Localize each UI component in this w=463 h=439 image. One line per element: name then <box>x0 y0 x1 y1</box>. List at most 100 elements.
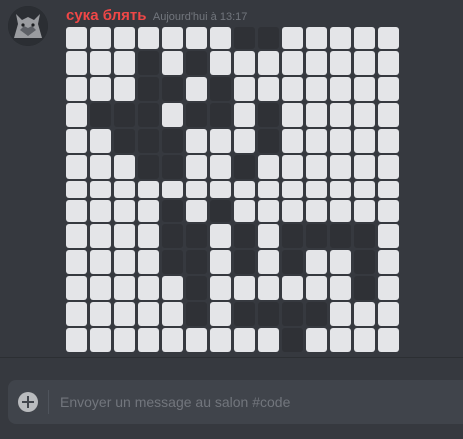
grid-cell <box>138 181 159 198</box>
grid-cell <box>282 129 303 153</box>
grid-cell <box>210 129 231 153</box>
grid-cell <box>354 129 375 153</box>
grid-cell <box>282 181 303 198</box>
user-avatar[interactable] <box>8 6 48 46</box>
grid-cell <box>354 302 375 326</box>
grid-cell <box>354 155 375 179</box>
grid-cell <box>258 181 279 198</box>
grid-cell <box>282 77 303 101</box>
grid-cell <box>66 224 87 248</box>
grid-cell <box>138 276 159 300</box>
grid-cell <box>162 77 183 101</box>
grid-cell <box>186 200 207 222</box>
grid-cell <box>114 27 135 49</box>
grid-cell <box>330 103 351 127</box>
grid-cell <box>258 200 279 222</box>
grid-cell <box>210 51 231 75</box>
grid-cell <box>306 103 327 127</box>
grid-cell <box>378 276 399 300</box>
grid-cell <box>234 155 255 179</box>
grid-cell <box>306 224 327 248</box>
grid-cell <box>210 77 231 101</box>
grid-cell <box>258 302 279 326</box>
grid-cell <box>282 27 303 49</box>
grid-cell <box>114 224 135 248</box>
grid-cell <box>114 200 135 222</box>
grid-cell <box>90 129 111 153</box>
grid-cell <box>162 181 183 198</box>
grid-cell <box>354 276 375 300</box>
grid-cell <box>378 200 399 222</box>
grid-cell <box>378 129 399 153</box>
grid-cell <box>162 51 183 75</box>
grid-cell <box>378 51 399 75</box>
grid-cell <box>378 302 399 326</box>
grid-cell <box>162 224 183 248</box>
grid-cell <box>306 77 327 101</box>
grid-cell <box>162 103 183 127</box>
grid-cell <box>306 250 327 274</box>
grid-cell <box>378 27 399 49</box>
grid-cell <box>186 103 207 127</box>
grid-cell <box>90 181 111 198</box>
grid-cell <box>186 51 207 75</box>
grid-cell <box>378 181 399 198</box>
grid-cell <box>330 200 351 222</box>
grid-cell <box>234 103 255 127</box>
grid-cell <box>210 181 231 198</box>
grid-cell <box>234 77 255 101</box>
grid-cell <box>90 77 111 101</box>
message-header: сука блять Aujourd'hui à 13:17 <box>66 7 247 25</box>
grid-cell <box>210 155 231 179</box>
grid-cell <box>306 155 327 179</box>
grid-cell <box>234 129 255 153</box>
message-input[interactable] <box>60 380 455 424</box>
grid-cell <box>114 51 135 75</box>
grid-cell <box>354 250 375 274</box>
grid-cell <box>354 27 375 49</box>
grid-cell <box>114 77 135 101</box>
plus-circle-icon[interactable] <box>18 392 38 412</box>
grid-cell <box>90 302 111 326</box>
grid-cell <box>66 250 87 274</box>
grid-cell <box>306 181 327 198</box>
grid-cell <box>66 302 87 326</box>
grid-cell <box>162 328 183 352</box>
grid-cell <box>258 224 279 248</box>
grid-cell <box>90 27 111 49</box>
grid-cell <box>162 155 183 179</box>
grid-cell <box>162 250 183 274</box>
grid-cell <box>354 181 375 198</box>
grid-cell <box>258 250 279 274</box>
grid-cell <box>138 224 159 248</box>
grid-cell <box>258 27 279 49</box>
grid-cell <box>330 155 351 179</box>
grid-cell <box>306 276 327 300</box>
grid-cell <box>306 328 327 352</box>
grid-cell <box>354 224 375 248</box>
composer-separator <box>48 390 49 414</box>
grid-cell <box>138 129 159 153</box>
grid-cell <box>354 77 375 101</box>
grid-cell <box>186 302 207 326</box>
grid-cell <box>66 200 87 222</box>
grid-cell <box>138 27 159 49</box>
grid-cell <box>330 224 351 248</box>
grid-cell <box>210 302 231 326</box>
grid-cell <box>186 129 207 153</box>
grid-cell <box>138 155 159 179</box>
grid-cell <box>210 276 231 300</box>
grid-cell <box>162 27 183 49</box>
grid-cell <box>234 328 255 352</box>
grid-cell <box>282 302 303 326</box>
grid-cell <box>282 155 303 179</box>
grid-cell <box>306 129 327 153</box>
grid-cell <box>138 302 159 326</box>
grid-cell <box>162 200 183 222</box>
grid-cell <box>66 51 87 75</box>
grid-cell <box>186 181 207 198</box>
grid-cell <box>186 276 207 300</box>
grid-cell <box>258 328 279 352</box>
grid-cell <box>114 302 135 326</box>
author-username[interactable]: сука блять <box>66 7 146 24</box>
